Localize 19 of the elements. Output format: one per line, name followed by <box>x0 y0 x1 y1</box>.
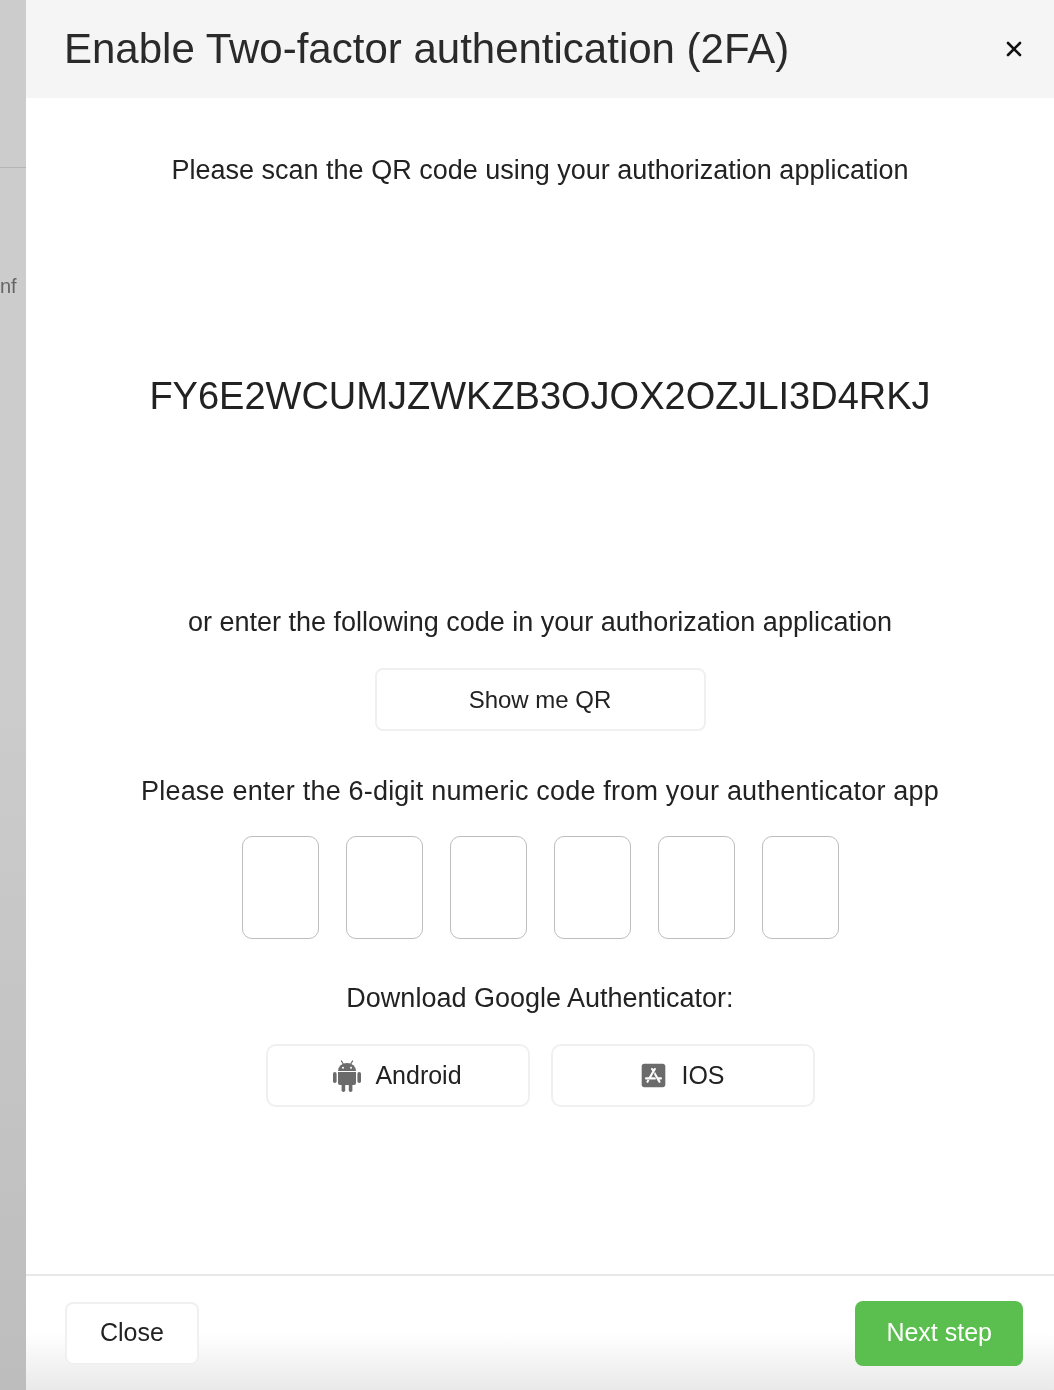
digit-input-field[interactable] <box>761 836 839 939</box>
digit-input-field[interactable] <box>345 836 423 939</box>
secret-code: FY6E2WCUMJZWKZB3OJOX2OZJLI3D4RKJ <box>149 374 931 419</box>
android-robot-icon <box>333 1059 362 1092</box>
ios-download-button[interactable]: IOS <box>550 1044 815 1107</box>
digit-input-field[interactable] <box>241 836 319 939</box>
digit-input-field[interactable] <box>449 836 527 939</box>
scan-instruction: Please scan the QR code using your authorization application <box>171 154 909 186</box>
app-store-icon <box>640 1062 668 1089</box>
digit-input-field[interactable] <box>657 836 735 939</box>
background-text: nf <box>0 274 18 299</box>
digit-input-field[interactable] <box>553 836 631 939</box>
close-button[interactable]: Close <box>65 1301 199 1365</box>
dialog-title: Enable Two-factor authentication (2FA) <box>64 25 790 73</box>
download-label: Download Google Authenticator: <box>346 982 734 1014</box>
manual-code-instruction: or enter the following code in your authorization application <box>188 606 892 638</box>
code-instruction: Please enter the 6-digit numeric code from your authenticator app <box>141 775 939 807</box>
show-qr-button[interactable]: Show me QR <box>374 668 706 731</box>
android-download-button[interactable]: Android <box>265 1044 530 1107</box>
